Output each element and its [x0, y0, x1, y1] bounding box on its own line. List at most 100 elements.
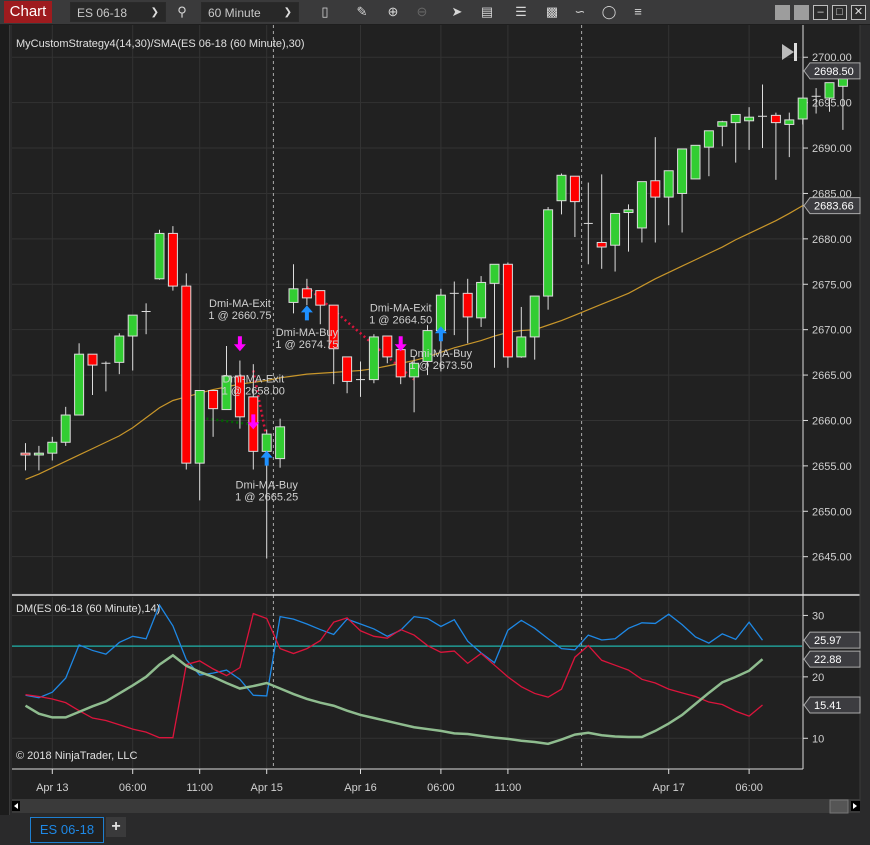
candle-body — [650, 180, 661, 198]
tab-bar: ES 06-18 + — [0, 815, 870, 845]
time-tick-label: 06:00 — [427, 782, 455, 794]
instrument-selector[interactable]: ES 06-18 ❯ — [70, 2, 166, 22]
chart-title-badge[interactable]: Chart — [4, 1, 52, 23]
candle-body — [275, 426, 286, 460]
candle-body — [208, 390, 219, 410]
candle-body — [181, 285, 192, 464]
candle-body — [717, 121, 728, 127]
last-price-label: 2698.50 — [814, 66, 854, 78]
candle-body — [824, 82, 835, 99]
candle-body — [114, 335, 125, 363]
snap-right-icon[interactable] — [794, 5, 809, 20]
candle-body — [127, 314, 138, 337]
price-tick-label: 2660.00 — [812, 415, 852, 427]
candle-body — [462, 292, 473, 318]
zoom-out-icon[interactable]: ⊖ — [413, 3, 431, 21]
interval-value: 60 Minute — [208, 6, 261, 20]
candle-body — [167, 232, 178, 287]
pencil-draw-icon[interactable]: ✎ — [353, 3, 371, 21]
time-tick-label: 11:00 — [186, 782, 213, 794]
tab-es-06-18[interactable]: ES 06-18 — [30, 817, 104, 843]
candle-body — [60, 414, 71, 443]
chart-area[interactable]: 2645.00 2650.00 2655.00 2660.00 2665.00 2670.… — [10, 25, 870, 815]
trade-label: Dmi-MA-Exit — [370, 303, 432, 315]
candle-body — [154, 232, 165, 280]
trade-label: Dmi-MA-Buy — [276, 327, 339, 339]
candle-body — [569, 175, 580, 203]
candle-body — [784, 119, 795, 125]
candle-body — [703, 130, 714, 148]
templates-icon[interactable]: ▩ — [543, 3, 561, 21]
candle-body — [770, 114, 781, 124]
indicator-panel-title: DM(ES 06-18 (60 Minute),14) — [16, 603, 160, 615]
candle-body — [20, 452, 31, 456]
trade-detail: 1 @ 2660.75 — [208, 310, 271, 322]
properties-list-icon[interactable]: ≡ — [629, 3, 647, 21]
candle-body — [489, 263, 500, 284]
time-tick-label: Apr 17 — [652, 782, 684, 794]
data-box-icon[interactable]: ▤ — [478, 3, 496, 21]
interval-selector[interactable]: 60 Minute ❯ — [201, 2, 299, 22]
price-tick-label: 2670.00 — [812, 325, 852, 337]
trade-label: Dmi-MA-Exit — [209, 298, 271, 310]
chart-trader-icon[interactable]: ☰ — [512, 3, 530, 21]
candle-body — [690, 144, 701, 180]
pointer-icon[interactable]: ➤ — [448, 3, 466, 21]
snap-left-icon[interactable] — [775, 5, 790, 20]
trade-detail: 1 @ 2664.50 — [369, 315, 432, 327]
candle-body — [87, 353, 98, 366]
trade-label: Dmi-MA-Buy — [410, 348, 473, 360]
indicator-icon[interactable]: ◯ — [600, 3, 618, 21]
price-tick-label: 2655.00 — [812, 461, 852, 473]
minimize-icon[interactable]: – — [813, 5, 828, 20]
instrument-value: ES 06-18 — [77, 6, 128, 20]
candle-body — [261, 433, 272, 452]
adx-label: 22.88 — [814, 654, 842, 666]
price-tick-label: 2680.00 — [812, 234, 852, 246]
candle-body — [74, 353, 85, 416]
candle-body — [502, 263, 513, 358]
price-tick-label: 2690.00 — [812, 143, 852, 155]
trade-detail: 1 @ 2673.50 — [409, 360, 472, 372]
search-icon[interactable]: ⚲ — [173, 3, 191, 21]
price-panel-title: MyCustomStrategy4(14,30)/SMA(ES 06-18 (6… — [16, 38, 305, 50]
bar-type-icon[interactable]: ▯ — [316, 3, 334, 21]
price-tick-label: 2675.00 — [812, 279, 852, 291]
time-tick-label: Apr 16 — [344, 782, 376, 794]
time-tick-label: 06:00 — [735, 782, 763, 794]
indicator-tick-label: 30 — [812, 610, 824, 622]
scroll-to-end-bar — [794, 43, 797, 61]
zoom-in-icon[interactable]: ⊕ — [384, 3, 402, 21]
copyright-label: © 2018 NinjaTrader, LLC — [16, 750, 137, 762]
price-tick-label: 2650.00 — [812, 506, 852, 518]
candle-body — [315, 290, 326, 306]
chevron-down-icon: ❯ — [283, 7, 292, 18]
indicator-tick-label: 10 — [812, 733, 824, 745]
candle-body — [596, 241, 607, 248]
candle-body — [744, 116, 755, 122]
chart-window: Chart ES 06-18 ❯ ⚲ 60 Minute ❯ ▯ ✎ ⊕ ⊖ ➤… — [0, 0, 870, 845]
trade-label: Dmi-MA-Buy — [236, 480, 299, 492]
candle-body — [288, 288, 299, 303]
horizontal-scrollbar — [12, 799, 860, 813]
candle-body — [610, 212, 621, 246]
candle-body — [33, 452, 44, 456]
time-tick-label: 06:00 — [119, 782, 147, 794]
strategies-icon[interactable]: ∽ — [571, 3, 589, 21]
candle-body — [623, 209, 634, 214]
candle-body — [543, 209, 554, 297]
left-sidebar-edge — [0, 25, 10, 815]
add-tab-button[interactable]: + — [106, 817, 126, 837]
toolbar: Chart ES 06-18 ❯ ⚲ 60 Minute ❯ ▯ ✎ ⊕ ⊖ ➤… — [0, 0, 870, 25]
candle-body — [516, 336, 527, 358]
price-tick-label: 2645.00 — [812, 552, 852, 564]
close-icon[interactable]: ✕ — [851, 5, 866, 20]
time-tick-label: Apr 15 — [250, 782, 282, 794]
trade-detail: 1 @ 2665.25 — [235, 492, 298, 504]
plus-di-label: 25.97 — [814, 635, 842, 647]
candle-body — [342, 356, 353, 382]
chart-canvas[interactable]: 2645.00 2650.00 2655.00 2660.00 2665.00 2670.… — [10, 25, 870, 815]
trade-detail: 1 @ 2658.00 — [222, 385, 285, 397]
candle-body — [529, 295, 540, 338]
maximize-icon[interactable]: □ — [832, 5, 847, 20]
